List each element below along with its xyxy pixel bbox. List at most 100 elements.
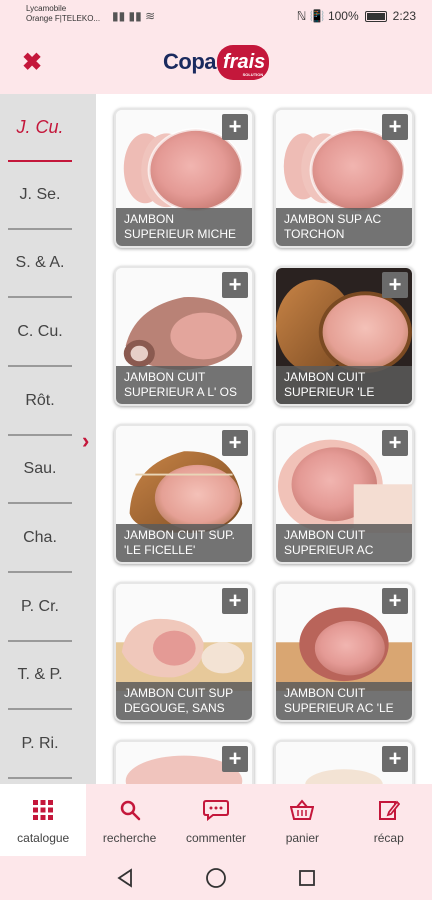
sidebar-item-label: P. Ri. bbox=[21, 735, 59, 752]
logo-frais-word: frais bbox=[223, 50, 266, 73]
home-icon[interactable] bbox=[204, 866, 228, 890]
sidebar-item-j-se[interactable]: J. Se. bbox=[8, 162, 72, 230]
product-name-line-2: DEGOUGE, SANS bbox=[124, 701, 225, 715]
product-name-line-2: SUPERIEUR AC bbox=[284, 543, 374, 557]
nav-label: recherche bbox=[102, 831, 157, 845]
product-card[interactable]: + bbox=[274, 740, 414, 784]
logo-text-frais: frais SOLUTION bbox=[217, 44, 270, 80]
chevron-right-icon[interactable]: › bbox=[82, 428, 89, 454]
sidebar-item-p-cr[interactable]: P. Cr. bbox=[8, 574, 72, 642]
product-label: JAMBON CUIT SUP DEGOUGE, SANS bbox=[116, 682, 252, 720]
product-card[interactable]: + JAMBON CUIT SUPERIEUR A L' OS bbox=[114, 266, 254, 406]
add-to-cart-button[interactable]: + bbox=[222, 588, 248, 614]
nav-commenter[interactable]: commenter bbox=[173, 784, 259, 856]
add-to-cart-button[interactable]: + bbox=[382, 430, 408, 456]
product-label: JAMBON CUIT SUP. 'LE FICELLE' bbox=[116, 524, 252, 562]
add-to-cart-button[interactable]: + bbox=[382, 588, 408, 614]
product-label: JAMBON CUIT SUPERIEUR 'LE bbox=[276, 366, 412, 404]
sidebar-item-label: Rôt. bbox=[25, 392, 55, 409]
sidebar-item-label: P. Cr. bbox=[21, 598, 59, 615]
sidebar-item-sau[interactable]: Sau. bbox=[8, 436, 72, 504]
add-to-cart-button[interactable]: + bbox=[222, 746, 248, 772]
sidebar-item-cha[interactable]: Cha. bbox=[8, 505, 72, 573]
status-indicators: ℕ 📳 100% bbox=[296, 9, 359, 23]
nav-catalogue[interactable]: catalogue bbox=[0, 784, 87, 856]
product-card[interactable]: + JAMBON CUIT SUPERIEUR 'LE bbox=[274, 266, 414, 406]
carrier-info: Lycamobile Orange F|TELEKO... bbox=[26, 4, 100, 24]
sidebar-item-label: Sau. bbox=[23, 460, 57, 477]
carrier-line-2: Orange F|TELEKO... bbox=[26, 14, 101, 23]
product-name-line-1: JAMBON CUIT bbox=[124, 370, 206, 384]
brand-logo: Copa frais SOLUTION bbox=[163, 42, 270, 82]
grid-icon bbox=[32, 795, 54, 825]
add-to-cart-button[interactable]: + bbox=[382, 746, 408, 772]
product-name-line-1: JAMBON CUIT SUP. bbox=[124, 528, 235, 542]
clock: 2:23 bbox=[392, 9, 416, 23]
add-to-cart-button[interactable]: + bbox=[222, 430, 248, 456]
product-name-line-2: 'LE FICELLE' bbox=[124, 543, 196, 557]
add-to-cart-button[interactable]: + bbox=[382, 114, 408, 140]
sidebar-item-label: T. & P. bbox=[17, 666, 63, 683]
system-nav-bar bbox=[0, 856, 432, 900]
sidebar-item-t-p[interactable]: T. & P. bbox=[8, 642, 72, 710]
product-grid: + JAMBON SUPERIEUR MICHE + JAMBON SUP AC… bbox=[96, 94, 432, 784]
app-header: ✖ Copa frais SOLUTION bbox=[0, 34, 432, 94]
back-icon[interactable] bbox=[113, 866, 137, 890]
product-card[interactable]: + bbox=[114, 740, 254, 784]
add-to-cart-button[interactable]: + bbox=[222, 272, 248, 298]
nav-panier[interactable]: panier bbox=[259, 784, 345, 856]
nav-recherche[interactable]: recherche bbox=[86, 784, 172, 856]
product-name-line-1: JAMBON CUIT bbox=[284, 528, 366, 542]
nav-label: récap bbox=[373, 831, 404, 845]
sidebar-item-rot[interactable]: Rôt. bbox=[8, 368, 72, 436]
sidebar-item-j-cu[interactable]: J. Cu. bbox=[8, 94, 72, 162]
bottom-navigation: catalogue recherche commenter panier réc… bbox=[0, 784, 432, 856]
product-name-line-1: JAMBON SUP AC bbox=[284, 212, 382, 226]
product-label: JAMBON CUIT SUPERIEUR A L' OS bbox=[116, 366, 252, 404]
status-bar: Lycamobile Orange F|TELEKO... ▮▮ ▮▮ ≋ ℕ … bbox=[0, 0, 432, 34]
nav-label: commenter bbox=[185, 831, 246, 845]
sidebar-item-label: J. Cu. bbox=[16, 116, 64, 137]
add-to-cart-button[interactable]: + bbox=[222, 114, 248, 140]
close-icon: ✖ bbox=[21, 48, 43, 76]
product-card[interactable]: + JAMBON CUIT SUPERIEUR AC 'LE bbox=[274, 582, 414, 722]
sidebar-item-c-cu[interactable]: C. Cu. bbox=[8, 299, 72, 367]
sidebar-item-label: J. Se. bbox=[19, 186, 61, 203]
product-name-line-2: SUPERIEUR MICHE bbox=[124, 227, 237, 241]
product-card[interactable]: + JAMBON CUIT SUPERIEUR AC bbox=[274, 424, 414, 564]
recents-icon[interactable] bbox=[295, 866, 319, 890]
search-icon bbox=[119, 795, 141, 825]
sidebar-item-p-ri[interactable]: P. Ri. bbox=[8, 711, 72, 779]
sidebar-item-label: C. Cu. bbox=[17, 323, 63, 340]
product-label: JAMBON SUP AC TORCHON bbox=[276, 208, 412, 246]
product-name-line-1: JAMBON bbox=[124, 212, 175, 226]
nav-label: catalogue bbox=[17, 831, 70, 845]
product-name-line-2: SUPERIEUR AC 'LE bbox=[284, 701, 394, 715]
comment-icon bbox=[202, 795, 229, 825]
logo-text-copa: Copa bbox=[163, 49, 217, 74]
product-card[interactable]: + JAMBON SUP AC TORCHON bbox=[274, 108, 414, 248]
edit-icon bbox=[378, 795, 400, 825]
add-to-cart-button[interactable]: + bbox=[382, 272, 408, 298]
product-card[interactable]: + JAMBON CUIT SUP DEGOUGE, SANS bbox=[114, 582, 254, 722]
product-name-line-2: SUPERIEUR A L' OS bbox=[124, 385, 237, 399]
product-card[interactable]: + JAMBON SUPERIEUR MICHE bbox=[114, 108, 254, 248]
logo-subtext: SOLUTION bbox=[242, 71, 264, 77]
product-label: JAMBON SUPERIEUR MICHE bbox=[116, 208, 252, 246]
sidebar-item-s-a[interactable]: S. & A. bbox=[8, 230, 72, 298]
sidebar-item-label: S. & A. bbox=[15, 254, 65, 271]
nav-recap[interactable]: récap bbox=[346, 784, 432, 856]
battery-icon bbox=[364, 10, 387, 22]
signal-icons: ▮▮ ▮▮ ≋ bbox=[112, 9, 156, 23]
product-card[interactable]: + JAMBON CUIT SUP. 'LE FICELLE' bbox=[114, 424, 254, 564]
product-label: JAMBON CUIT SUPERIEUR AC 'LE bbox=[276, 682, 412, 720]
category-sidebar[interactable]: J. Cu. J. Se. S. & A. C. Cu. Rôt. Sau. C… bbox=[0, 94, 96, 784]
close-button[interactable]: ✖ bbox=[18, 48, 46, 76]
basket-icon bbox=[290, 795, 315, 825]
product-name-line-1: JAMBON CUIT SUP bbox=[124, 686, 234, 700]
nav-label: panier bbox=[285, 831, 320, 845]
product-name-line-2: TORCHON bbox=[284, 227, 345, 241]
status-right: ℕ 📳 100% 2:23 bbox=[297, 9, 416, 23]
sidebar-item-label: Cha. bbox=[23, 529, 57, 546]
carrier-line-1: Lycamobile bbox=[26, 4, 67, 13]
